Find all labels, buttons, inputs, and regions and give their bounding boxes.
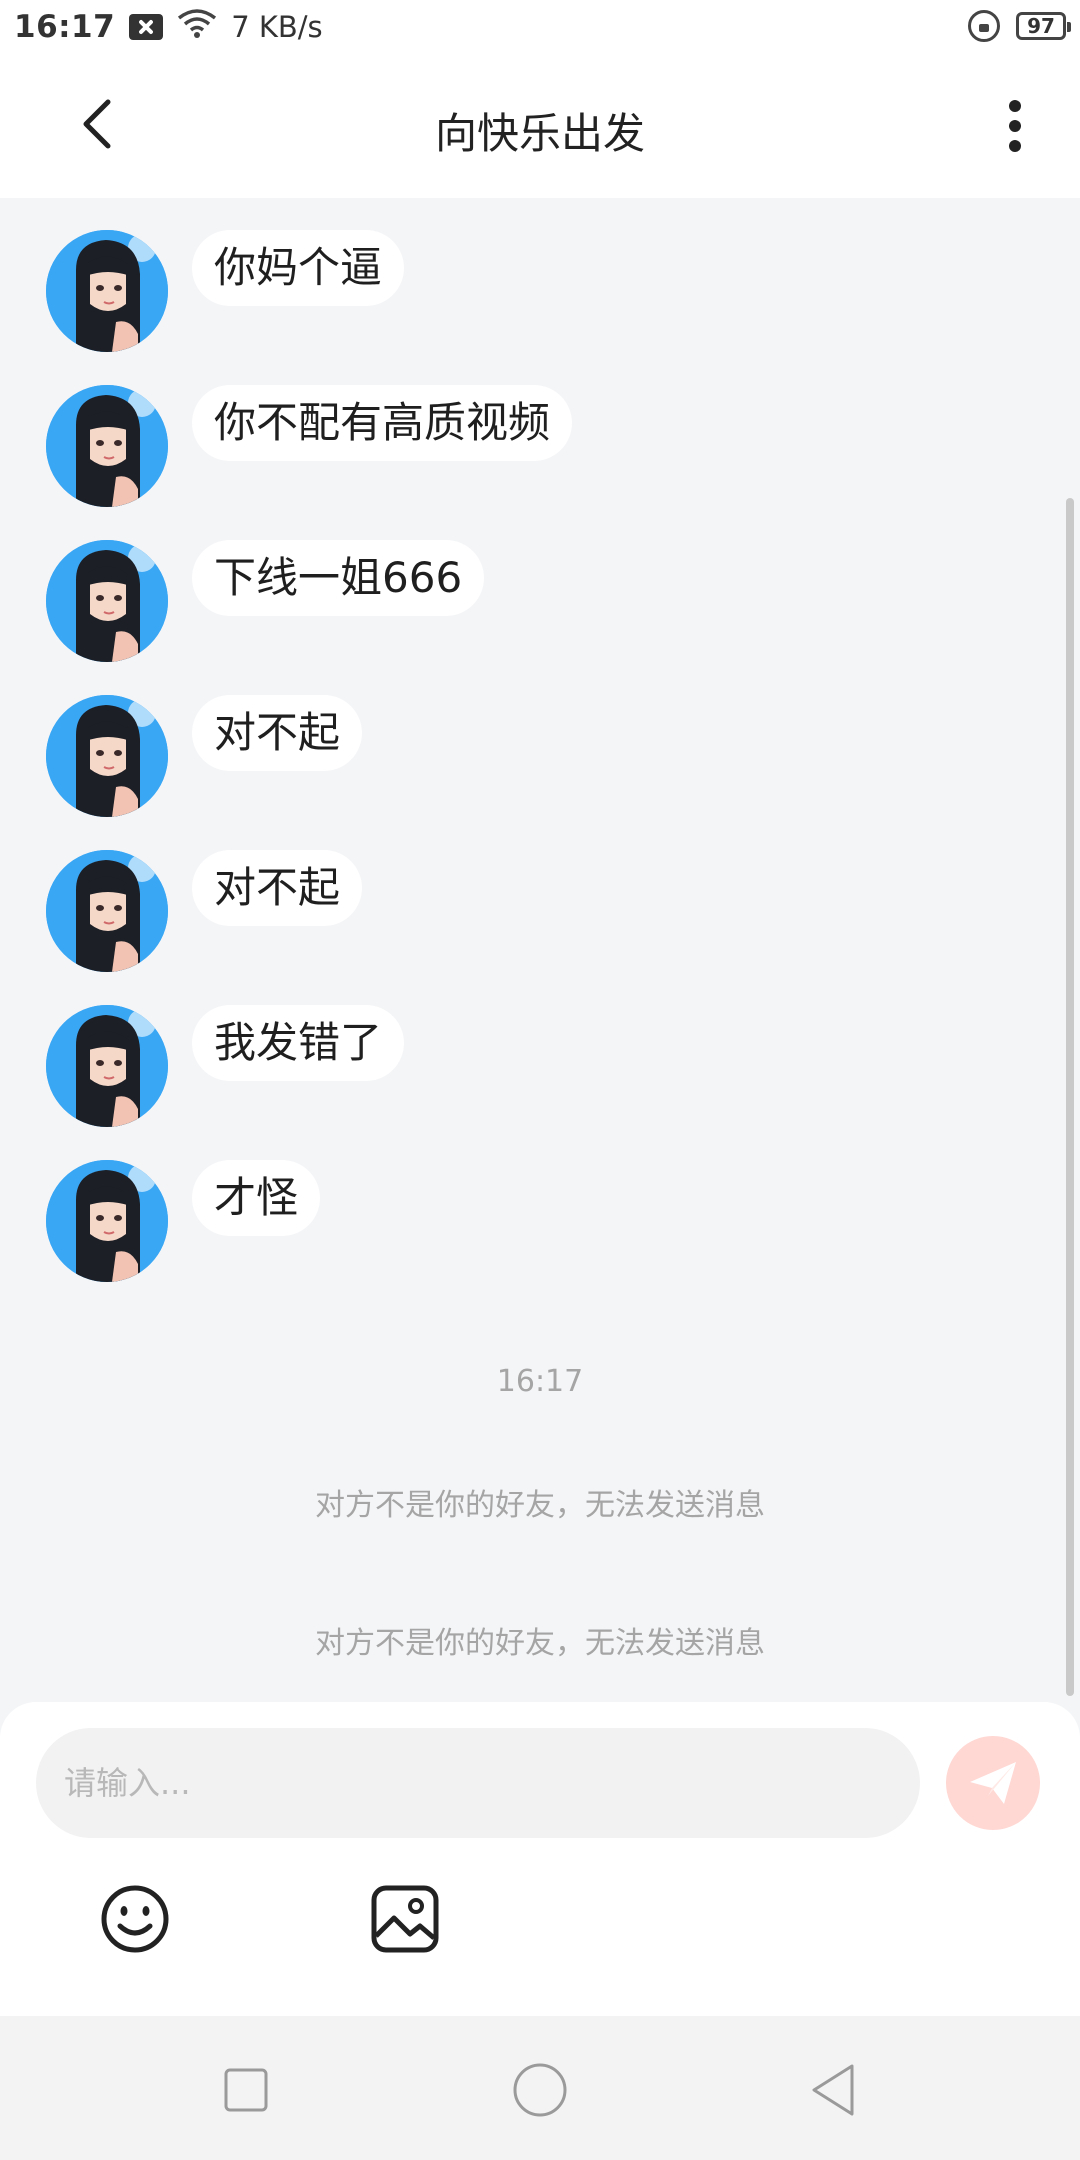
message-item: 你不配有高质视频 (46, 385, 573, 507)
avatar[interactable] (46, 540, 168, 662)
message-bubble[interactable]: 我发错了 (192, 1005, 405, 1081)
message-item: 下线一姐666 (46, 540, 485, 662)
message-bubble[interactable]: 你妈个逼 (192, 230, 405, 306)
message-bubble[interactable]: 下线一姐666 (192, 540, 485, 616)
send-icon (970, 1762, 1016, 1804)
message-item: 对不起 (46, 695, 363, 817)
message-bubble[interactable]: 对不起 (192, 850, 363, 926)
avatar[interactable] (46, 1005, 168, 1127)
avatar[interactable] (46, 850, 168, 972)
message-bubble[interactable]: 对不起 (192, 695, 363, 771)
triangle-back-icon (812, 2064, 854, 2116)
message-input[interactable] (36, 1728, 920, 1838)
back-nav-button[interactable] (804, 2060, 864, 2120)
message-bubble[interactable]: 你不配有高质视频 (192, 385, 573, 461)
page-title: 向快乐出发 (434, 109, 645, 158)
send-button[interactable] (946, 1736, 1040, 1830)
status-time: 16:17 (14, 9, 116, 45)
emoji-button[interactable] (98, 1882, 172, 1956)
image-button[interactable] (368, 1882, 442, 1956)
chat-header: 向快乐出发 (0, 56, 1080, 198)
system-notice: 对方不是你的好友，无法发送消息 (315, 1488, 765, 1523)
home-button[interactable] (510, 2060, 570, 2120)
battery-icon: 97 (1016, 12, 1071, 40)
avatar[interactable] (46, 1160, 168, 1282)
system-notice: 对方不是你的好友，无法发送消息 (315, 1626, 765, 1661)
avatar[interactable] (46, 695, 168, 817)
circle-icon (513, 2063, 567, 2117)
status-bar: 16:17 7 KB/s 97 (0, 0, 1080, 56)
more-vertical-icon (1009, 100, 1021, 112)
more-options-button[interactable] (990, 96, 1040, 156)
message-timestamp: 16:17 (496, 1364, 584, 1399)
image-icon (371, 1885, 439, 1953)
square-icon (224, 2068, 268, 2112)
composer-panel (0, 1702, 1080, 2016)
avatar[interactable] (46, 230, 168, 352)
message-item: 才怪 (46, 1160, 321, 1282)
network-speed: 7 KB/s (231, 10, 323, 44)
recents-button[interactable] (216, 2060, 276, 2120)
message-item: 我发错了 (46, 1005, 405, 1127)
system-nav-bar (0, 2016, 1080, 2160)
close-box-icon (129, 14, 164, 40)
rotation-lock-icon (968, 10, 1000, 42)
emoji-icon (101, 1885, 169, 1953)
avatar[interactable] (46, 385, 168, 507)
wifi-icon (177, 8, 217, 46)
message-item: 对不起 (46, 850, 363, 972)
message-bubble[interactable]: 才怪 (192, 1160, 321, 1236)
message-item: 你妈个逼 (46, 230, 405, 352)
